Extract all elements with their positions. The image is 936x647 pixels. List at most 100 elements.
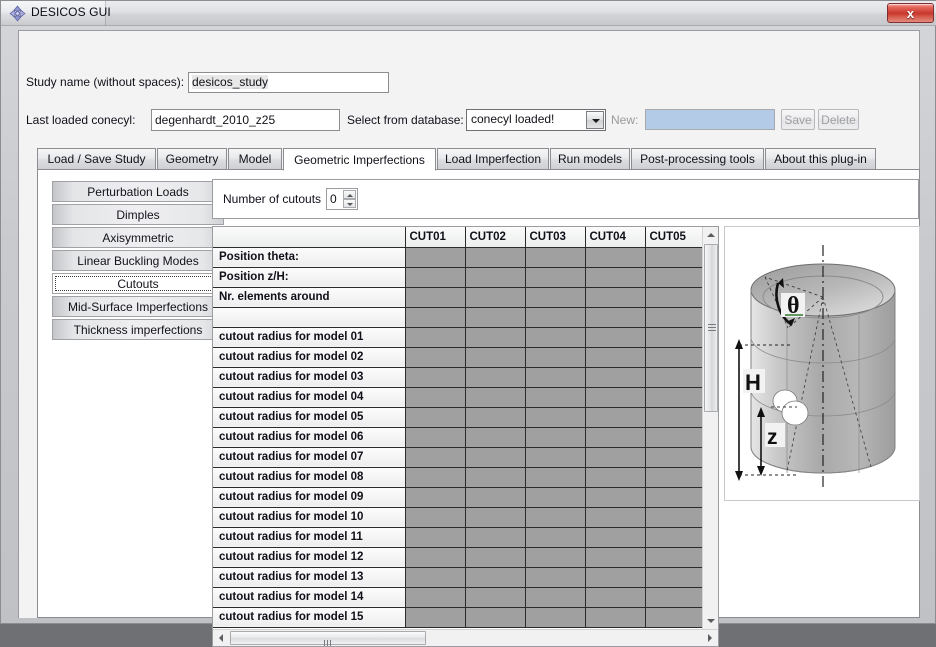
scroll-right-icon[interactable] <box>702 630 718 646</box>
table-cell[interactable] <box>584 606 646 628</box>
table-cell[interactable] <box>524 266 586 288</box>
table-cell[interactable] <box>644 406 703 428</box>
table-cell[interactable] <box>464 366 526 388</box>
table-cell[interactable] <box>524 506 586 528</box>
table-cell[interactable] <box>404 506 466 528</box>
table-cell[interactable] <box>644 426 703 448</box>
table-cell[interactable] <box>464 306 526 328</box>
tab-post-processing-tools[interactable]: Post-processing tools <box>631 148 764 170</box>
table-cell[interactable] <box>644 466 703 488</box>
table-cell[interactable] <box>524 446 586 468</box>
table-cell[interactable] <box>644 246 703 268</box>
scroll-left-icon[interactable] <box>213 630 229 646</box>
scroll-down-icon[interactable] <box>703 613 718 629</box>
table-cell[interactable] <box>644 306 703 328</box>
table-cell[interactable] <box>584 366 646 388</box>
table-cell[interactable] <box>524 486 586 508</box>
table-cell[interactable] <box>464 346 526 368</box>
horizontal-scroll-thumb[interactable] <box>230 631 426 646</box>
database-select[interactable]: conecyl loaded! <box>466 109 606 131</box>
table-cell[interactable] <box>584 526 646 548</box>
new-name-input[interactable] <box>645 109 775 130</box>
scroll-up-icon[interactable] <box>703 227 718 243</box>
table-cell[interactable] <box>524 406 586 428</box>
study-name-input[interactable]: desicos_study <box>188 72 389 93</box>
column-header-cut01[interactable]: CUT01 <box>404 227 466 248</box>
table-vertical-scrollbar[interactable] <box>702 227 718 629</box>
stepper-up-icon[interactable] <box>343 190 356 199</box>
table-cell[interactable] <box>644 386 703 408</box>
table-cell[interactable] <box>584 446 646 468</box>
table-cell[interactable] <box>524 526 586 548</box>
table-cell[interactable] <box>464 606 526 628</box>
table-cell[interactable] <box>584 266 646 288</box>
save-button[interactable]: Save <box>781 109 815 130</box>
table-cell[interactable] <box>464 546 526 568</box>
table-cell[interactable] <box>464 586 526 608</box>
table-cell[interactable] <box>524 606 586 628</box>
table-cell[interactable] <box>404 486 466 508</box>
table-cell[interactable] <box>584 466 646 488</box>
table-cell[interactable] <box>464 446 526 468</box>
table-cell[interactable] <box>584 406 646 428</box>
tab-geometry[interactable]: Geometry <box>157 148 227 170</box>
table-cell[interactable] <box>404 586 466 608</box>
table-cell[interactable] <box>524 246 586 268</box>
table-cell[interactable] <box>524 426 586 448</box>
table-cell[interactable] <box>464 246 526 268</box>
table-cell[interactable] <box>404 406 466 428</box>
table-cell[interactable] <box>584 326 646 348</box>
table-cell[interactable] <box>464 506 526 528</box>
table-cell[interactable] <box>584 486 646 508</box>
table-cell[interactable] <box>464 466 526 488</box>
close-button[interactable]: x <box>887 3 934 23</box>
table-cell[interactable] <box>464 386 526 408</box>
sidebar-item-mid-surface-imperfections[interactable]: Mid-Surface Imperfections <box>52 296 224 317</box>
table-cell[interactable] <box>524 546 586 568</box>
table-cell[interactable] <box>404 526 466 548</box>
table-cell[interactable] <box>524 306 586 328</box>
table-cell[interactable] <box>644 566 703 588</box>
table-cell[interactable] <box>644 286 703 308</box>
table-cell[interactable] <box>584 286 646 308</box>
stepper-buttons[interactable] <box>343 190 356 208</box>
sidebar-item-axisymmetric[interactable]: Axisymmetric <box>52 227 224 248</box>
table-cell[interactable] <box>584 566 646 588</box>
table-cell[interactable] <box>644 366 703 388</box>
sidebar-item-dimples[interactable]: Dimples <box>52 204 224 225</box>
table-cell[interactable] <box>584 426 646 448</box>
table-cell[interactable] <box>584 386 646 408</box>
table-cell[interactable] <box>404 466 466 488</box>
table-cell[interactable] <box>584 586 646 608</box>
table-cell[interactable] <box>404 326 466 348</box>
table-cell[interactable] <box>644 526 703 548</box>
table-cell[interactable] <box>644 606 703 628</box>
tab-geometric-imperfections[interactable]: Geometric Imperfections <box>283 148 436 171</box>
table-cell[interactable] <box>404 446 466 468</box>
table-cell[interactable] <box>524 386 586 408</box>
vertical-scroll-thumb[interactable] <box>704 244 718 412</box>
table-cell[interactable] <box>464 486 526 508</box>
table-cell[interactable] <box>404 306 466 328</box>
sidebar-item-cutouts[interactable]: Cutouts <box>52 273 224 294</box>
cutouts-count-stepper[interactable]: 0 <box>326 188 358 210</box>
table-cell[interactable] <box>464 426 526 448</box>
delete-button[interactable]: Delete <box>818 109 859 130</box>
chevron-down-icon[interactable] <box>586 111 604 129</box>
table-cell[interactable] <box>404 426 466 448</box>
table-cell[interactable] <box>464 526 526 548</box>
conecyl-input[interactable]: degenhardt_2010_z25 <box>151 109 340 131</box>
table-cell[interactable] <box>644 266 703 288</box>
table-cell[interactable] <box>404 386 466 408</box>
column-header-cut03[interactable]: CUT03 <box>524 227 586 248</box>
table-cell[interactable] <box>524 346 586 368</box>
table-cell[interactable] <box>644 586 703 608</box>
table-cell[interactable] <box>404 566 466 588</box>
table-cell[interactable] <box>404 266 466 288</box>
table-cell[interactable] <box>644 506 703 528</box>
table-cell[interactable] <box>644 486 703 508</box>
stepper-down-icon[interactable] <box>343 199 356 208</box>
table-cell[interactable] <box>524 586 586 608</box>
tab-load-imperfection[interactable]: Load Imperfection <box>437 148 549 170</box>
tab-about-this-plug-in[interactable]: About this plug-in <box>765 148 876 170</box>
